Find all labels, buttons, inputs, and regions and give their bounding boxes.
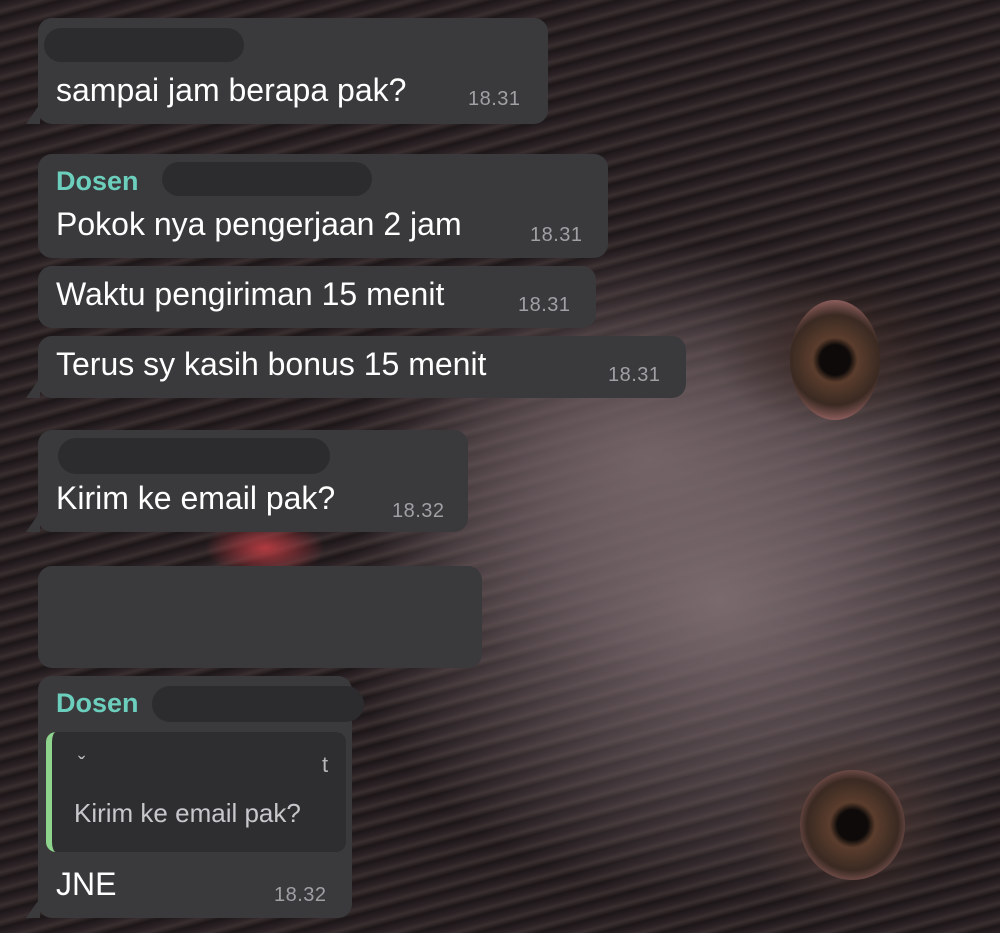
quoted-message-text: Kirim ke email pak? [74,798,301,828]
message-timestamp: 18.31 [518,294,571,316]
redacted-sender-name [44,28,244,62]
message-bubble[interactable]: Dosen Pokok nya pengerjaan 2 jam 18.31 [38,154,608,258]
message-timestamp: 18.32 [274,884,327,906]
message-timestamp: 18.32 [392,500,445,522]
message-text: Kirim ke email pak? [56,480,336,516]
message-timestamp: 18.31 [608,364,661,386]
redacted-quote-author-mark: t [322,752,329,777]
redacted-sender-name [152,686,364,722]
message-text: Terus sy kasih bonus 15 menit [56,346,487,382]
message-text: JNE [56,866,117,902]
message-text: sampai jam berapa pak? [56,72,407,108]
message-timestamp: 18.31 [468,88,521,110]
redacted-sender-name [162,162,372,196]
redacted-sender-name [58,438,330,474]
message-bubble[interactable]: Terus sy kasih bonus 15 menit 18.31 [26,336,686,398]
sender-name: Dosen [56,688,139,718]
sender-name: Dosen [56,166,139,196]
message-text: Waktu pengiriman 15 menit [56,276,445,312]
message-text: Pokok nya pengerjaan 2 jam [56,206,462,242]
message-bubble[interactable]: Kirim ke email pak? 18.32 [26,430,468,532]
message-bubble[interactable]: sampai jam berapa pak? 18.31 [26,18,548,124]
reply-message-bubble[interactable]: Dosen ˇ t Kirim ke email pak? JNE 18.32 [26,676,364,918]
message-timestamp: 18.31 [530,224,583,246]
redacted-quote-author-mark: ˇ [78,752,86,777]
quoted-message[interactable]: ˇ t Kirim ke email pak? [46,732,346,852]
message-bubble[interactable]: Waktu pengiriman 15 menit 18.31 [38,266,596,328]
redacted-message-bubble[interactable] [38,566,482,668]
message-list[interactable]: sampai jam berapa pak? 18.31 Dosen Pokok… [0,0,1000,933]
